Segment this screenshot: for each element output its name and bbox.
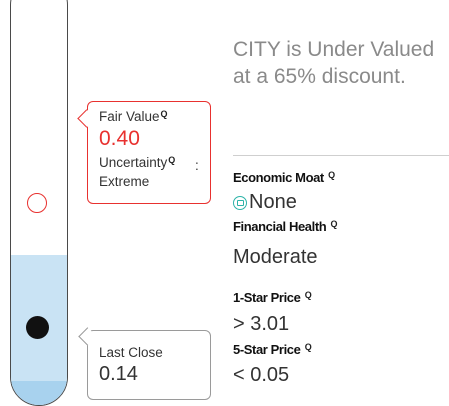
fair-value-marker xyxy=(27,193,47,213)
fair-value-amount: 0.40 xyxy=(99,127,140,150)
economic-moat-value: None xyxy=(249,191,297,213)
one-star-price-label: 1-Star Price xyxy=(233,290,301,305)
five-star-price-label: 5-Star Price xyxy=(233,342,301,357)
last-close-marker xyxy=(26,316,49,339)
economic-moat-label: Economic Moat xyxy=(233,170,324,185)
valuation-headline: CITY is Under Valued at a 65% discount. xyxy=(233,38,435,88)
financial-health-label: Financial Health xyxy=(233,219,327,234)
thermometer-bottom-band xyxy=(11,381,67,405)
fair-value-info-icon[interactable]: Q xyxy=(161,109,168,119)
fair-value-callout: Fair ValueQ 0.40 UncertaintyQ : Extreme xyxy=(77,101,211,204)
uncertainty-info-icon[interactable]: Q xyxy=(168,155,175,165)
fair-value-label: Fair Value xyxy=(99,109,160,124)
five-star-price-value: < 0.05 xyxy=(233,364,290,386)
uncertainty-label: Uncertainty xyxy=(99,155,168,170)
one-star-price-info-icon[interactable]: Q xyxy=(305,290,312,300)
one-star-price-value: > 3.01 xyxy=(233,313,290,335)
divider xyxy=(233,155,449,156)
moat-none-icon xyxy=(233,195,247,210)
financial-health-info-icon[interactable]: Q xyxy=(331,219,338,229)
financial-health-value: Moderate xyxy=(233,246,318,268)
five-star-price-info-icon[interactable]: Q xyxy=(305,342,312,352)
last-close-label: Last Close xyxy=(99,345,163,360)
uncertainty-colon: : xyxy=(195,158,199,173)
last-close-amount: 0.14 xyxy=(99,363,138,385)
economic-moat-info-icon[interactable]: Q xyxy=(328,170,335,180)
last-close-callout: Last Close 0.14 xyxy=(78,327,211,400)
uncertainty-value: Extreme xyxy=(99,174,150,189)
